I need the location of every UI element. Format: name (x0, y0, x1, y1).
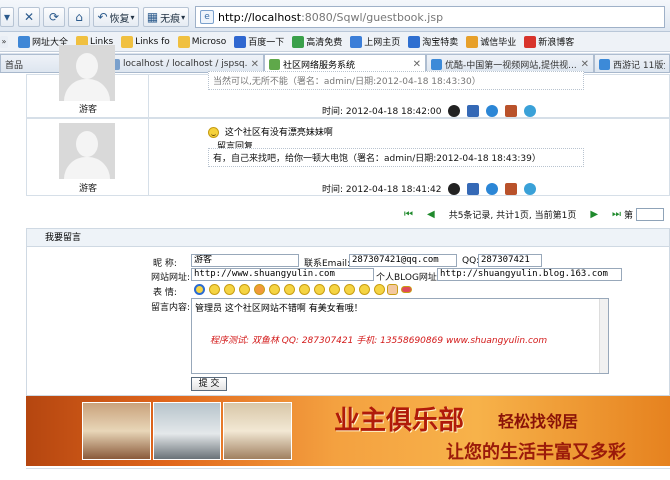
emotion-icon[interactable] (374, 284, 385, 295)
emotion-icon[interactable] (254, 284, 265, 295)
emotion-icon[interactable] (209, 284, 220, 295)
emotion-icon[interactable] (329, 284, 340, 295)
emotion-icon[interactable] (344, 284, 355, 295)
emotion-icon[interactable] (314, 284, 325, 295)
emotion-icon[interactable] (269, 284, 280, 295)
emotion-icon[interactable] (359, 284, 370, 295)
lips-icon[interactable] (401, 286, 412, 293)
thumbs-up-icon[interactable] (387, 284, 398, 295)
emotion-icon[interactable] (299, 284, 310, 295)
page-area: 游客 当然可以,无所不能（署名：admin/日期:2012-04-18 18:4… (0, 0, 670, 480)
emotion-icon[interactable] (194, 284, 205, 295)
emotion-icon[interactable] (224, 284, 235, 295)
emotion-picker (0, 0, 670, 480)
emotion-icon[interactable] (284, 284, 295, 295)
emotion-icon[interactable] (239, 284, 250, 295)
